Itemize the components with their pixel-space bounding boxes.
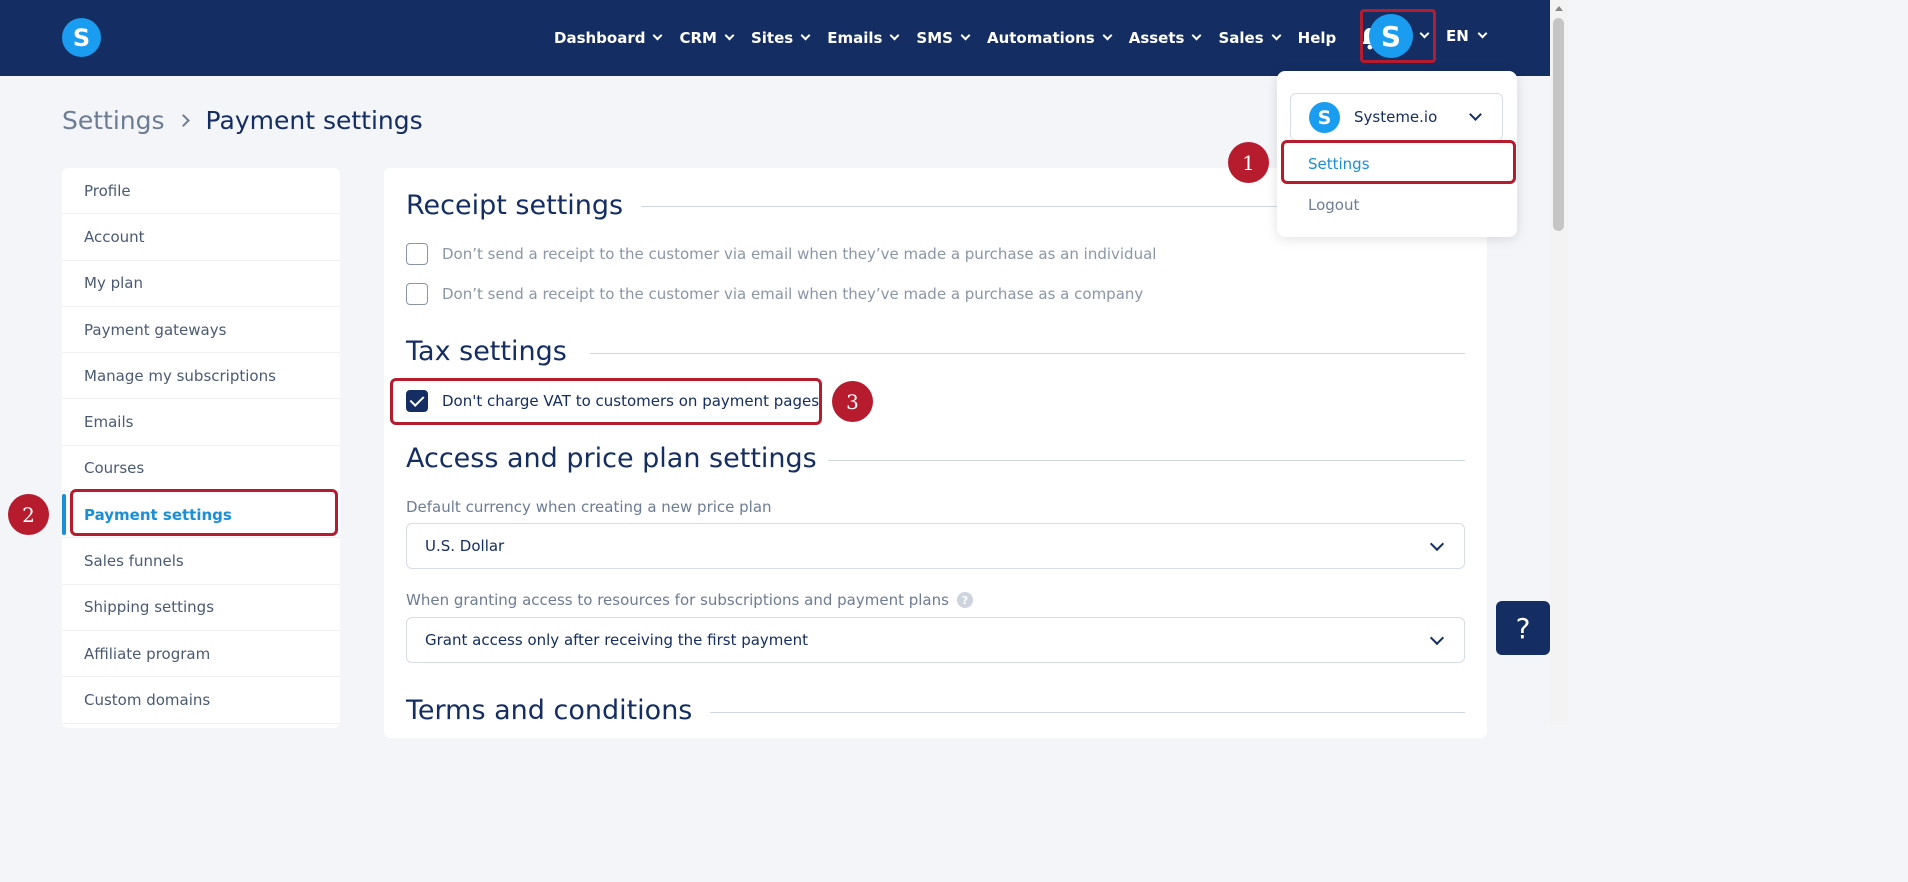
sidebar-item-manage-subscriptions[interactable]: Manage my subscriptions — [62, 353, 340, 400]
chevron-down-icon — [1102, 30, 1113, 41]
help-button[interactable]: ? — [1496, 601, 1550, 655]
workspace-select[interactable]: S Systeme.io — [1290, 93, 1503, 141]
receipt-company-checkbox[interactable] — [406, 283, 428, 305]
access-settings-title: Access and price plan settings — [406, 443, 817, 474]
avatar-letter: S — [1380, 19, 1402, 53]
grant-access-label: When granting access to resources for su… — [406, 591, 949, 609]
nav-sales-label: Sales — [1218, 29, 1264, 47]
grant-access-value: Grant access only after receiving the fi… — [425, 631, 809, 649]
highlight-box-step3 — [390, 378, 822, 425]
highlight-box-step1 — [1281, 140, 1516, 184]
page-title: Payment settings — [205, 106, 423, 135]
logo-letter: S — [72, 23, 91, 52]
section-divider — [710, 712, 1465, 713]
chevron-down-icon — [1192, 30, 1202, 41]
nav-crm-label: CRM — [679, 29, 717, 47]
chevron-right-icon — [176, 114, 190, 127]
nav-sales[interactable]: Sales — [1218, 29, 1282, 47]
grant-access-label-row: When granting access to resources for su… — [406, 591, 973, 609]
chevron-down-icon — [1429, 536, 1445, 552]
chevron-down-icon — [889, 30, 900, 41]
nav-help[interactable]: Help — [1298, 29, 1337, 47]
nav-sites[interactable]: Sites — [750, 29, 811, 47]
step-badge-2: 2 — [8, 494, 49, 535]
chevron-down-icon — [653, 30, 663, 41]
sidebar-item-account[interactable]: Account — [62, 214, 340, 261]
avatar[interactable]: S — [1369, 14, 1413, 58]
sidebar-item-profile[interactable]: Profile — [62, 168, 340, 215]
help-circle-icon[interactable]: ? — [956, 592, 973, 608]
chevron-down-icon — [1477, 28, 1488, 39]
nav-assets-label: Assets — [1128, 29, 1185, 47]
receipt-company-label: Don’t send a receipt to the customer via… — [442, 285, 1144, 303]
top-navigation: S Dashboard CRM Sites Emails SMS Automat… — [0, 0, 1568, 76]
sidebar-item-custom-domains[interactable]: Custom domains — [62, 677, 340, 724]
workspace-name: Systeme.io — [1354, 108, 1438, 126]
nav-sites-label: Sites — [750, 29, 794, 47]
highlight-box-step2 — [70, 489, 338, 536]
language-label: EN — [1446, 27, 1469, 45]
menu-item-logout[interactable]: Logout — [1308, 196, 1359, 214]
chevron-down-icon — [1419, 28, 1430, 39]
currency-value: U.S. Dollar — [425, 537, 505, 555]
chevron-down-icon — [1429, 630, 1445, 646]
receipt-individual-checkbox[interactable] — [406, 243, 428, 265]
receipt-option-individual[interactable]: Don’t send a receipt to the customer via… — [406, 243, 1156, 265]
currency-select[interactable]: U.S. Dollar — [406, 523, 1465, 569]
workspace-logo-letter: S — [1317, 106, 1332, 129]
scroll-thumb[interactable] — [1553, 18, 1564, 231]
payment-settings-card: Receipt settings Don’t send a receipt to… — [384, 168, 1487, 738]
nav-dashboard-label: Dashboard — [554, 29, 646, 47]
breadcrumb: Settings Payment settings — [62, 106, 423, 135]
receipt-individual-label: Don’t send a receipt to the customer via… — [442, 245, 1157, 263]
sidebar-item-shipping-settings[interactable]: Shipping settings — [62, 585, 340, 631]
chevron-down-icon — [724, 30, 735, 41]
currency-label: Default currency when creating a new pri… — [406, 498, 772, 516]
sidebar-item-courses[interactable]: Courses — [62, 446, 340, 493]
nav-sms-label: SMS — [916, 29, 953, 47]
nav-emails[interactable]: Emails — [827, 29, 900, 47]
sidebar-item-sales-funnels[interactable]: Sales funnels — [62, 538, 340, 585]
receipt-settings-title: Receipt settings — [406, 190, 624, 221]
receipt-option-company[interactable]: Don’t send a receipt to the customer via… — [406, 283, 1143, 305]
step-badge-1: 1 — [1228, 142, 1269, 183]
language-selector[interactable]: EN — [1446, 27, 1488, 45]
account-menu-trigger[interactable]: S — [1360, 9, 1436, 63]
settings-sidebar: Profile Account My plan Payment gateways… — [62, 168, 340, 728]
nav-automations[interactable]: Automations — [986, 29, 1113, 47]
nav-sms[interactable]: SMS — [916, 29, 971, 47]
systeme-logo[interactable]: S — [62, 18, 101, 57]
sidebar-item-affiliate-program[interactable]: Affiliate program — [62, 631, 340, 678]
tax-settings-title: Tax settings — [406, 336, 567, 367]
section-divider — [828, 460, 1465, 461]
nav-help-label: Help — [1297, 29, 1337, 47]
nav-dashboard[interactable]: Dashboard — [554, 29, 663, 47]
main-menu: Dashboard CRM Sites Emails SMS Automatio… — [554, 0, 1398, 76]
section-divider — [590, 353, 1465, 354]
nav-crm[interactable]: CRM — [679, 29, 735, 47]
nav-assets[interactable]: Assets — [1128, 29, 1202, 47]
breadcrumb-parent[interactable]: Settings — [62, 106, 165, 135]
nav-emails-label: Emails — [827, 29, 883, 47]
nav-automations-label: Automations — [986, 29, 1095, 47]
sidebar-item-my-plan[interactable]: My plan — [62, 261, 340, 307]
chevron-down-icon — [800, 30, 811, 41]
chevron-down-icon — [1271, 30, 1282, 41]
chevron-down-icon — [960, 30, 971, 41]
sidebar-item-emails[interactable]: Emails — [62, 399, 340, 446]
terms-title: Terms and conditions — [406, 695, 693, 726]
grant-access-select[interactable]: Grant access only after receiving the fi… — [406, 617, 1465, 663]
step-badge-3: 3 — [832, 381, 873, 422]
sidebar-item-payment-gateways[interactable]: Payment gateways — [62, 307, 340, 354]
workspace-logo: S — [1309, 102, 1340, 133]
chevron-down-icon — [1469, 108, 1482, 121]
page-scrollbar[interactable] — [1550, 0, 1568, 725]
scroll-up-arrow-icon[interactable] — [1555, 6, 1563, 11]
